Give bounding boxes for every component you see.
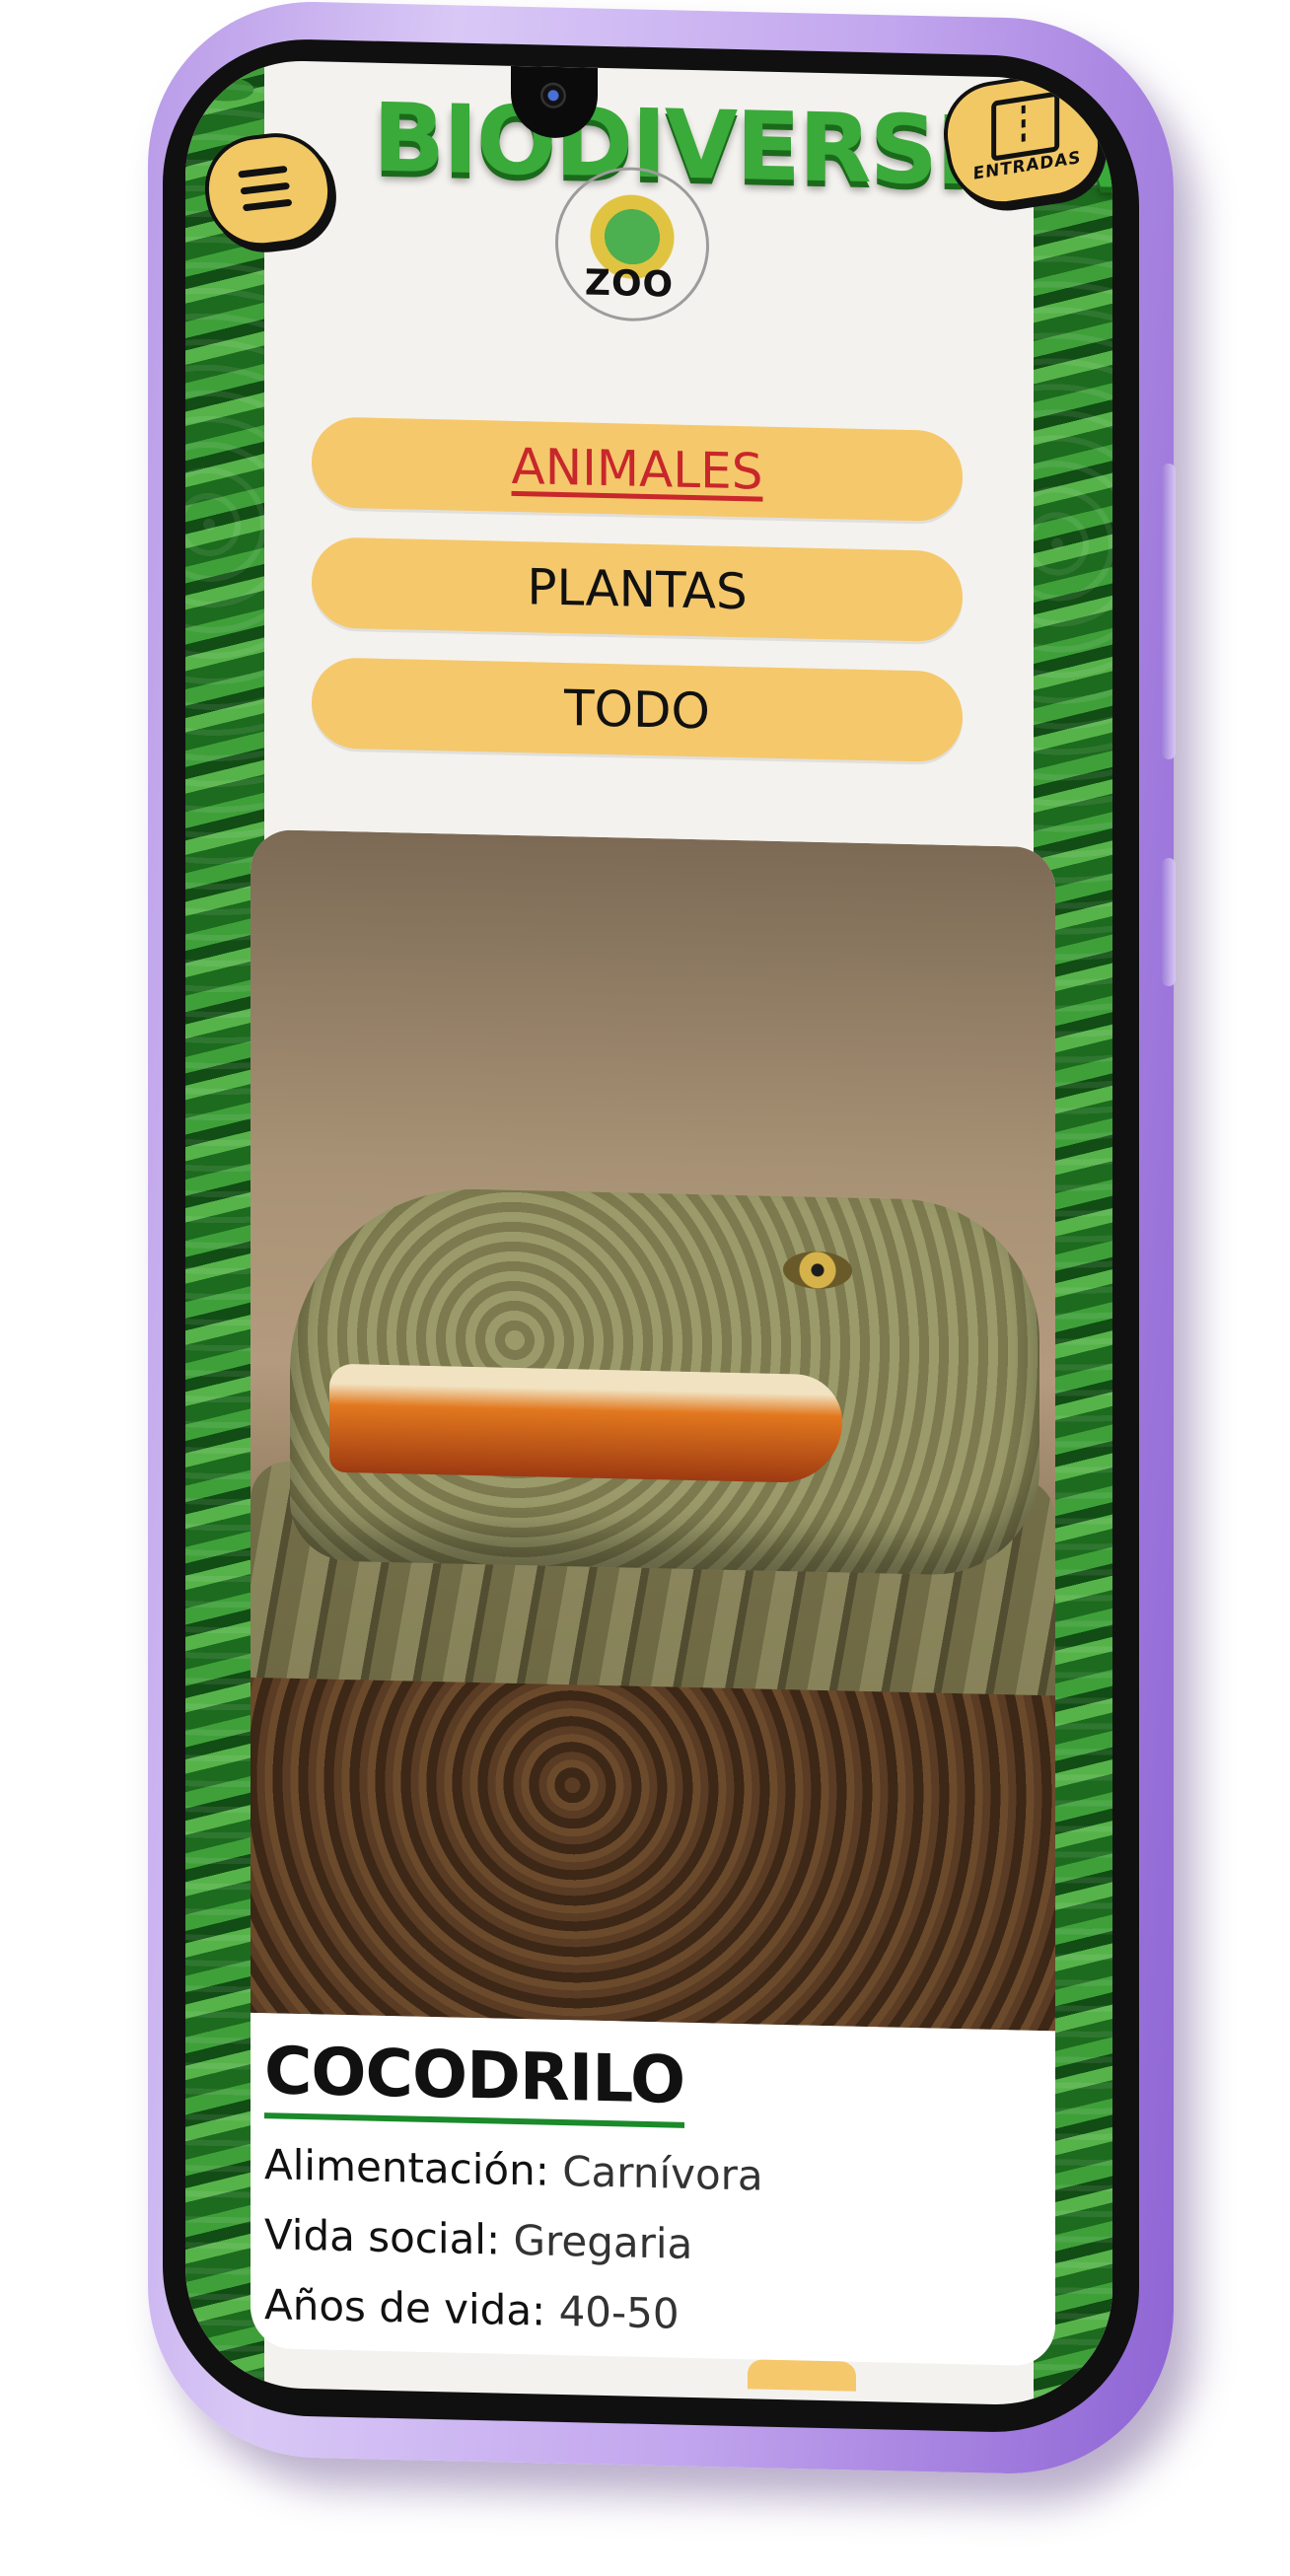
- fact-diet: Alimentación: Carnívora: [264, 2140, 1041, 2206]
- animal-info: COCODRILO Alimentación: Carnívora Vida s…: [251, 2012, 1055, 2367]
- crocodile-photo: [251, 828, 1055, 2032]
- front-camera-icon: [540, 82, 566, 109]
- fact-value: 40-50: [558, 2286, 680, 2338]
- fact-label: Años de vida:: [264, 2280, 546, 2335]
- fact-value: Carnívora: [562, 2147, 763, 2200]
- next-card-button[interactable]: [748, 2359, 856, 2392]
- soil-ground: [251, 1677, 1055, 2032]
- category-filters: ANIMALES PLANTAS TODO: [312, 416, 992, 793]
- app-screen: BIODIVERSIDAD ZOO ENTRADAS ANIMALES PLAN…: [185, 58, 1112, 2407]
- fact-value: Gregaria: [513, 2215, 693, 2269]
- fact-label: Alimentación:: [264, 2140, 549, 2195]
- filter-all-button[interactable]: TODO: [312, 657, 963, 763]
- crocodile-figure: [251, 1184, 1055, 1765]
- zoo-label: ZOO: [584, 262, 675, 306]
- ticket-icon: [991, 91, 1060, 162]
- zoo-logo[interactable]: BIODIVERSIDAD ZOO: [323, 82, 1112, 323]
- fact-label: Vida social:: [264, 2210, 501, 2264]
- animal-card[interactable]: COCODRILO Alimentación: Carnívora Vida s…: [251, 828, 1055, 2367]
- fact-lifespan: Años de vida: 40-50: [264, 2280, 1041, 2346]
- fact-social-life: Vida social: Gregaria: [264, 2210, 1041, 2276]
- animal-name: COCODRILO: [264, 2033, 685, 2128]
- power-button: [1162, 858, 1176, 986]
- filter-animals-button[interactable]: ANIMALES: [312, 416, 963, 523]
- filter-plants-button[interactable]: PLANTAS: [312, 537, 963, 643]
- volume-button: [1162, 464, 1176, 759]
